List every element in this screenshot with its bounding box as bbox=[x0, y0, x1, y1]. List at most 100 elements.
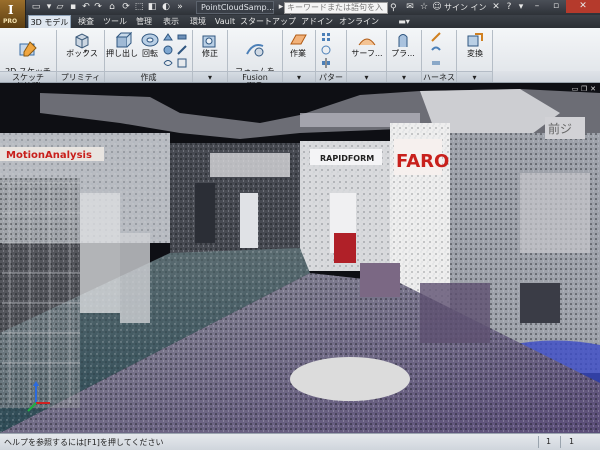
tab-3d-model[interactable]: 3D モデル bbox=[28, 15, 71, 28]
user-icon[interactable]: ☺ bbox=[431, 1, 443, 14]
select-icon[interactable]: ⬚ bbox=[133, 1, 145, 14]
status-bar: ヘルプを参照するには[F1]を押してください 1 1 bbox=[0, 433, 600, 450]
sweep-button[interactable] bbox=[162, 45, 174, 57]
harness-wire-button[interactable] bbox=[430, 45, 442, 57]
new-file-icon[interactable]: ▭ bbox=[30, 1, 42, 14]
tab-addins[interactable]: アドイン bbox=[300, 15, 334, 28]
group-plastic-label[interactable]: ▾ bbox=[387, 71, 421, 82]
redo-icon[interactable]: ↷ bbox=[92, 1, 104, 14]
update-icon[interactable]: ⟳ bbox=[120, 1, 132, 14]
help-dropdown-icon[interactable]: ▾ bbox=[515, 1, 527, 14]
document-title: PointCloudSamp... bbox=[196, 1, 274, 14]
tab-startup[interactable]: スタートアップ bbox=[240, 15, 296, 28]
rib-button[interactable] bbox=[176, 32, 188, 44]
rectangular-pattern-button[interactable] bbox=[320, 32, 332, 44]
tab-environment[interactable]: 環境 bbox=[186, 15, 210, 28]
modify-label: 修正 bbox=[202, 49, 218, 58]
save-icon[interactable]: ▪ bbox=[67, 1, 79, 14]
harness-route-button[interactable] bbox=[430, 32, 442, 44]
box-icon bbox=[75, 33, 89, 49]
material-icon[interactable]: ◧ bbox=[146, 1, 158, 14]
appearance-icon[interactable]: ◐ bbox=[160, 1, 172, 14]
group-modify-label[interactable]: ▾ bbox=[193, 71, 227, 82]
graphics-viewport[interactable]: MotionAnalysis RAPIDFORM FARO 前ジ ▭ ❐ ✕ bbox=[0, 83, 600, 433]
viewport-restore-icon[interactable]: ❐ bbox=[580, 85, 588, 93]
ribbon-panel: 2D スケッチ を作成 ボックス ▾ 押し出し 回転 bbox=[0, 28, 600, 93]
group-work-label[interactable]: ▾ bbox=[283, 71, 315, 82]
group-convert-label[interactable]: ▾ bbox=[457, 71, 492, 82]
undo-icon[interactable]: ↶ bbox=[80, 1, 92, 14]
modify-button[interactable]: 修正 bbox=[196, 31, 224, 58]
binoculars-icon[interactable]: ⚲ bbox=[390, 2, 402, 14]
coil-button[interactable] bbox=[162, 58, 174, 70]
coil-icon bbox=[163, 60, 173, 66]
home-icon[interactable]: ⌂ bbox=[106, 1, 118, 14]
extrude-label: 押し出し bbox=[106, 49, 138, 58]
convert-icon bbox=[467, 33, 483, 47]
emboss-button[interactable] bbox=[176, 45, 188, 57]
box-button[interactable]: ボックス bbox=[62, 31, 102, 58]
circular-pattern-icon bbox=[321, 45, 331, 55]
tab-inspect[interactable]: 検査 bbox=[74, 15, 98, 28]
loft-button[interactable] bbox=[162, 32, 174, 44]
extrude-button[interactable]: 押し出し bbox=[106, 31, 138, 58]
mirror-button[interactable] bbox=[320, 58, 332, 70]
app-menu-button[interactable]: I PRO bbox=[0, 0, 26, 28]
box-dropdown-icon[interactable]: ▾ bbox=[84, 48, 87, 55]
ribbon-options-icon[interactable]: ▬▾ bbox=[394, 15, 414, 28]
qa-more-icon[interactable]: » bbox=[174, 1, 186, 14]
plastic-part-button[interactable]: プラ... bbox=[388, 31, 418, 58]
app-logo-icon: I bbox=[8, 3, 14, 17]
tab-vault[interactable]: Vault bbox=[212, 15, 238, 28]
tab-manage[interactable]: 管理 bbox=[132, 15, 156, 28]
minimize-button[interactable]: – bbox=[528, 0, 546, 13]
surface-label: サーフ... bbox=[351, 49, 383, 58]
group-harness-label: ハーネス bbox=[422, 71, 456, 82]
point-cloud-scene[interactable]: MotionAnalysis RAPIDFORM FARO 前ジ bbox=[0, 83, 600, 433]
ribbon-tab-bar: 3D モデル 検査 ツール 管理 表示 環境 Vault スタートアップ アドイ… bbox=[0, 15, 600, 28]
app-store-icon[interactable]: ✕ bbox=[490, 1, 502, 14]
revolve-icon bbox=[141, 33, 159, 47]
plastic-part-label: プラ... bbox=[391, 49, 415, 58]
rapidform-sign: RAPIDFORM bbox=[320, 154, 374, 163]
harness-segment-button[interactable] bbox=[430, 58, 442, 70]
group-create-label[interactable]: 作成 bbox=[105, 71, 192, 82]
rib-icon bbox=[177, 34, 187, 40]
viewport-minimize-icon[interactable]: ▭ bbox=[571, 85, 579, 93]
tab-tools[interactable]: ツール bbox=[101, 15, 129, 28]
communication-icon[interactable]: ✉ bbox=[404, 1, 416, 14]
status-value-1: 1 bbox=[546, 437, 552, 446]
loft-icon bbox=[163, 33, 173, 41]
mirror-icon bbox=[322, 58, 330, 68]
revolve-label: 回転 bbox=[142, 49, 158, 58]
viewport-close-icon[interactable]: ✕ bbox=[589, 85, 597, 93]
help-icon[interactable]: ? bbox=[503, 1, 515, 14]
surface-button[interactable]: サーフ... bbox=[350, 31, 384, 58]
group-surface-label[interactable]: ▾ bbox=[347, 71, 386, 82]
work-features-button[interactable]: 作業 bbox=[284, 31, 312, 58]
open-folder-icon[interactable]: ▱ bbox=[54, 1, 66, 14]
derive-button[interactable] bbox=[176, 58, 188, 70]
emboss-icon bbox=[177, 45, 187, 55]
close-button[interactable]: ✕ bbox=[566, 0, 600, 13]
harness-segment-icon bbox=[432, 61, 440, 65]
tab-view[interactable]: 表示 bbox=[159, 15, 183, 28]
help-search-input[interactable]: キーワードまたは語句を入力 bbox=[284, 2, 388, 22]
maximize-button[interactable]: ▫ bbox=[547, 0, 565, 13]
convert-button[interactable]: 変換 bbox=[460, 31, 490, 58]
edit-form-icon bbox=[246, 44, 264, 57]
circular-pattern-button[interactable] bbox=[320, 45, 332, 57]
favorites-icon[interactable]: ☆ bbox=[418, 1, 430, 14]
surface-icon bbox=[358, 38, 376, 46]
group-fusion-label: Fusion bbox=[228, 71, 282, 82]
revolve-button[interactable]: 回転 bbox=[138, 31, 162, 58]
rectangular-pattern-icon bbox=[322, 33, 330, 41]
sign-in-link[interactable]: サイン イン bbox=[444, 1, 487, 14]
work-plane-icon bbox=[290, 34, 307, 45]
title-bar: ▭ ▾ ▱ ▪ ↶ ↷ ⌂ ⟳ ⬚ ◧ ◐ » PointCloudSamp..… bbox=[0, 0, 600, 22]
status-divider bbox=[538, 436, 539, 448]
tab-online[interactable]: オンライン bbox=[338, 15, 380, 28]
extrude-icon bbox=[115, 31, 132, 48]
group-primitive-label: プリミティブ bbox=[57, 71, 104, 93]
faro-sign: FARO bbox=[396, 151, 449, 172]
